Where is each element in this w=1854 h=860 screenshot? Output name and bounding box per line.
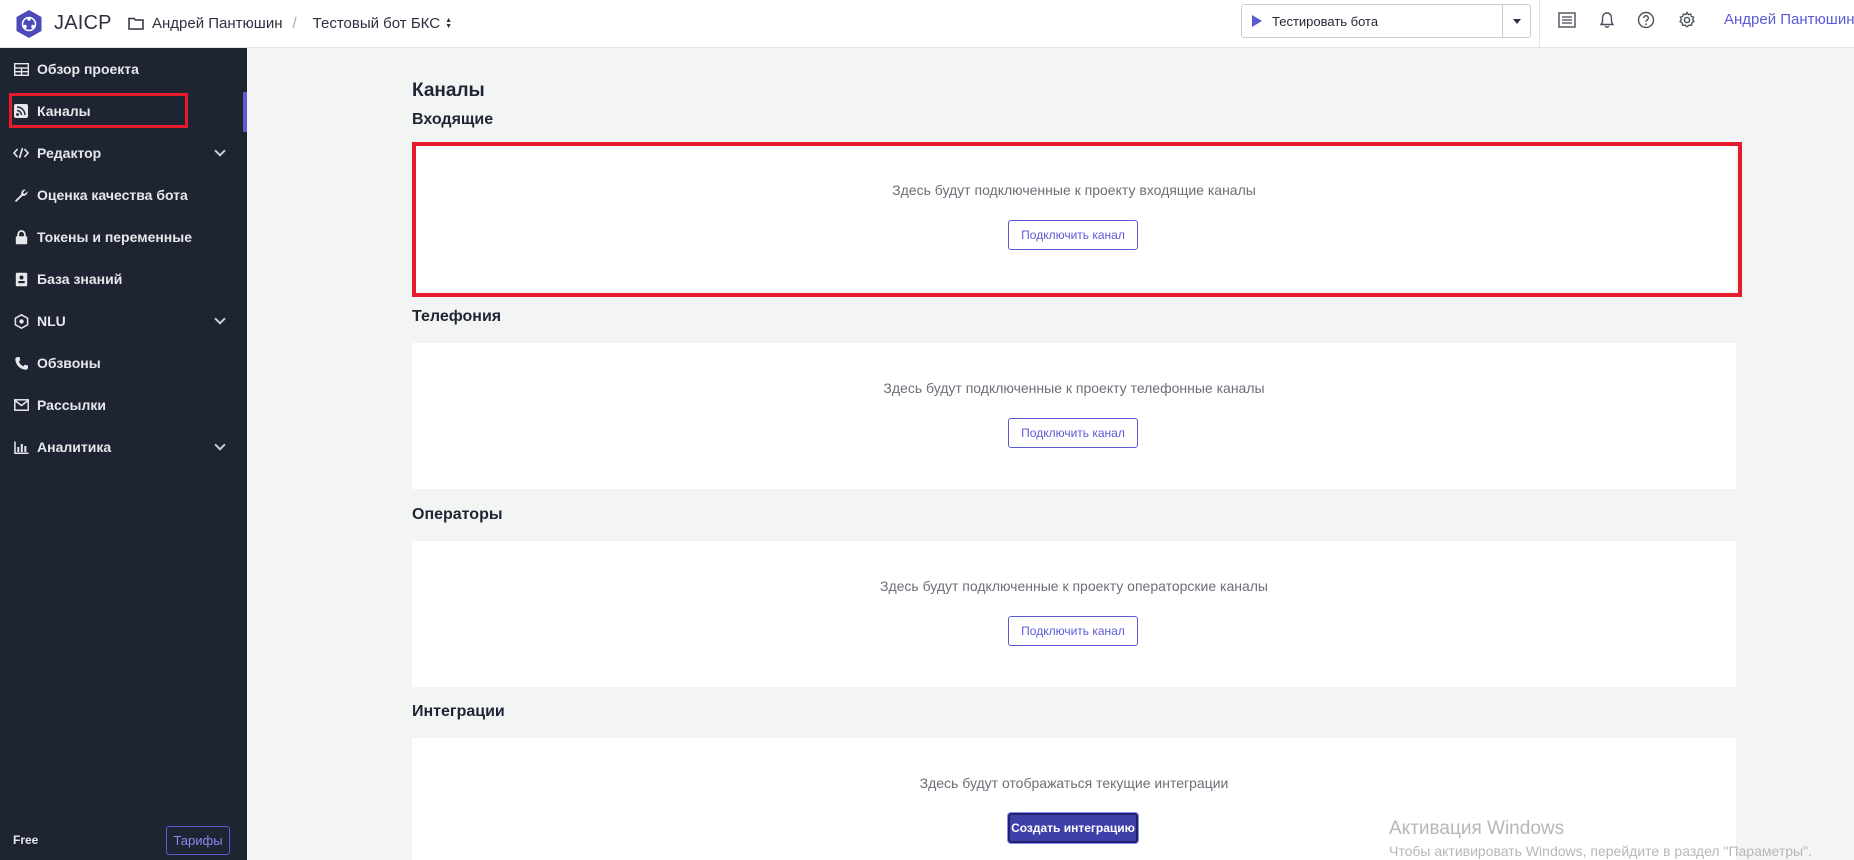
sidebar-item-overview[interactable]: Обзор проекта	[0, 48, 240, 90]
book-icon	[13, 271, 29, 287]
grid-icon	[13, 61, 29, 77]
windows-activation-subtitle: Чтобы активировать Windows, перейдите в …	[1389, 843, 1812, 859]
section-heading-telephony: Телефония	[412, 308, 502, 325]
chevron-down-icon	[214, 313, 226, 325]
empty-state-text: Здесь будут отображаться текущие интегра…	[919, 775, 1229, 791]
sidebar-item-editor[interactable]: Редактор	[0, 132, 240, 174]
sidebar-item-analytics[interactable]: Аналитика	[0, 426, 240, 468]
sort-icon: ▲ ▼	[445, 16, 452, 30]
breadcrumb-separator: /	[292, 15, 297, 32]
operator-channels-card: Здесь будут подключенные к проекту опера…	[412, 541, 1736, 687]
log-icon[interactable]	[1557, 10, 1577, 30]
lock-icon	[13, 229, 29, 245]
sidebar-item-nlu[interactable]: NLU	[0, 300, 240, 342]
folder-icon	[128, 17, 144, 30]
test-bot-label: Тестировать бота	[1272, 13, 1379, 29]
sidebar-item-label: Токены и переменные	[37, 229, 193, 245]
chart-icon	[13, 439, 29, 455]
user-menu[interactable]: Андрей Пантюшин	[1724, 11, 1854, 28]
sidebar-item-label: Аналитика	[37, 439, 112, 455]
project-selector[interactable]: Тестовый бот БКС ▲ ▼	[313, 15, 452, 32]
highlight-box	[412, 142, 1742, 297]
sidebar-item-tokens[interactable]: Токены и переменные	[0, 216, 240, 258]
nlu-icon	[13, 313, 29, 329]
breadcrumb: Андрей Пантюшин / Тестовый бот БКС ▲ ▼	[128, 15, 452, 32]
test-bot-main[interactable]: Тестировать бота	[1242, 5, 1502, 37]
sidebar-item-knowledge-base[interactable]: База знаний	[0, 258, 240, 300]
phone-icon	[13, 355, 29, 371]
caret-down-icon	[1512, 18, 1521, 24]
help-icon[interactable]	[1636, 10, 1656, 30]
code-icon	[13, 145, 29, 161]
section-heading-operators: Операторы	[412, 506, 503, 523]
empty-state-text: Здесь будут подключенные к проекту телеф…	[883, 380, 1265, 396]
wrench-icon	[13, 187, 29, 203]
sidebar-item-label: Обзор проекта	[37, 61, 139, 77]
sidebar-item-label: База знаний	[37, 271, 123, 287]
integrations-card: Здесь будут отображаться текущие интегра…	[412, 738, 1736, 860]
sidebar: Обзор проекта Каналы Редактор Оценка кач…	[0, 48, 247, 860]
test-bot-button: Тестировать бота	[1241, 4, 1531, 38]
breadcrumb-project: Тестовый бот БКС	[312, 15, 441, 32]
top-bar: JAICP Андрей Пантюшин / Тестовый бот БКС…	[0, 0, 1854, 48]
windows-activation-title: Активация Windows	[1389, 818, 1565, 839]
section-heading-integrations: Интеграции	[412, 703, 505, 720]
test-bot-dropdown[interactable]	[1502, 5, 1530, 37]
gear-icon[interactable]	[1677, 10, 1697, 30]
envelope-icon	[13, 397, 29, 413]
chevron-down-icon	[214, 439, 226, 451]
telephony-channels-card: Здесь будут подключенные к проекту телеф…	[412, 343, 1736, 489]
sidebar-item-label: Редактор	[37, 145, 102, 161]
plan-label: Free	[13, 833, 39, 847]
page-title: Каналы	[412, 80, 485, 101]
header-divider	[1539, 0, 1540, 48]
empty-state-text: Здесь будут подключенные к проекту опера…	[880, 578, 1268, 594]
highlight-box	[9, 93, 188, 128]
sidebar-item-label: Оценка качества бота	[37, 187, 188, 203]
bell-icon[interactable]	[1597, 10, 1617, 30]
sidebar-item-label: Обзвоны	[37, 355, 101, 371]
play-icon	[1252, 15, 1262, 27]
sidebar-item-quality[interactable]: Оценка качества бота	[0, 174, 240, 216]
jaicp-logo-icon	[16, 9, 42, 38]
chevron-down-icon	[214, 145, 226, 157]
logo-text: JAICP	[54, 12, 112, 34]
sidebar-item-label: Рассылки	[37, 397, 106, 413]
sidebar-item-mailings[interactable]: Рассылки	[0, 384, 240, 426]
sidebar-item-calls[interactable]: Обзвоны	[0, 342, 240, 384]
sidebar-item-label: NLU	[37, 313, 66, 329]
app-logo[interactable]: JAICP	[0, 9, 120, 39]
connect-channel-button[interactable]: Подключить канал	[1008, 616, 1138, 646]
breadcrumb-owner[interactable]: Андрей Пантюшин	[152, 15, 283, 32]
tariffs-button[interactable]: Тарифы	[166, 826, 230, 855]
create-integration-button[interactable]: Создать интеграцию	[1008, 813, 1138, 843]
section-heading-incoming: Входящие	[412, 111, 494, 128]
connect-channel-button[interactable]: Подключить канал	[1008, 418, 1138, 448]
